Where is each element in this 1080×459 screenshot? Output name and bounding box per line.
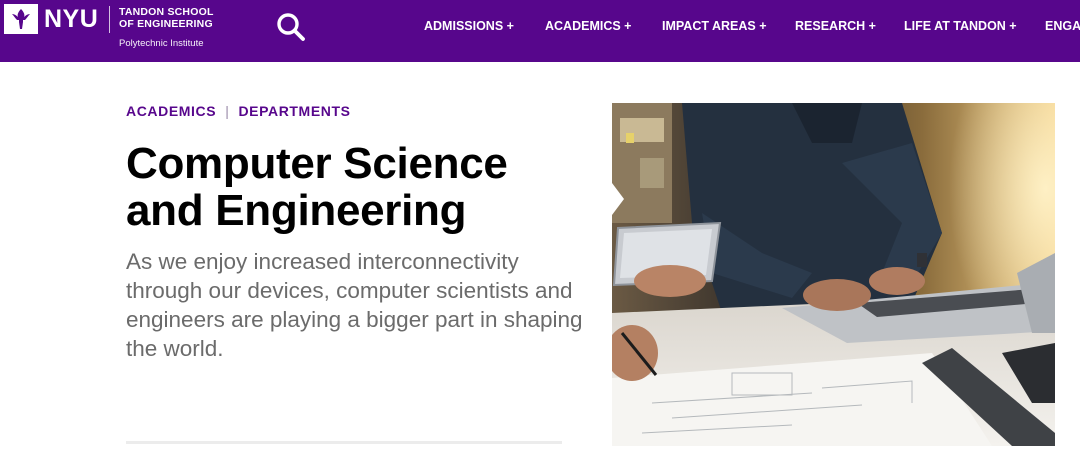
school-subtitle: Polytechnic Institute (119, 38, 204, 49)
breadcrumb-separator: | (225, 103, 230, 119)
school-name[interactable]: TANDON SCHOOL OF ENGINEERING (119, 6, 214, 30)
nav-item-admissions[interactable]: ADMISSIONS + (424, 17, 514, 35)
hero-image (612, 103, 1055, 446)
hero-photo-illustration (612, 103, 1055, 446)
logo-divider (109, 6, 110, 33)
breadcrumb-departments[interactable]: DEPARTMENTS (238, 103, 350, 119)
page-title: Computer Science and Engineering (126, 139, 508, 235)
search-button[interactable] (274, 10, 308, 44)
nyu-torch-logo[interactable] (4, 4, 38, 34)
nyu-wordmark[interactable]: NYU (44, 5, 98, 33)
school-name-line1: TANDON SCHOOL (119, 6, 214, 18)
nav-item-academics[interactable]: ACADEMICS + (545, 17, 631, 35)
content-divider (126, 441, 562, 444)
breadcrumb: ACADEMICS | DEPARTMENTS (126, 103, 351, 120)
nav-item-life-at-tandon[interactable]: LIFE AT TANDON + (904, 17, 1017, 35)
nav-item-engage[interactable]: ENGA (1045, 17, 1080, 35)
nav-item-research[interactable]: RESEARCH + (795, 17, 876, 35)
breadcrumb-academics[interactable]: ACADEMICS (126, 103, 216, 119)
search-icon (277, 13, 305, 41)
nav-item-impact-areas[interactable]: IMPACT AREAS + (662, 17, 767, 35)
torch-icon (12, 9, 30, 29)
page-lede: As we enjoy increased interconnectivity … (126, 249, 583, 361)
site-header: NYU TANDON SCHOOL OF ENGINEERING Polytec… (0, 0, 1080, 62)
school-name-line2: OF ENGINEERING (119, 17, 213, 30)
